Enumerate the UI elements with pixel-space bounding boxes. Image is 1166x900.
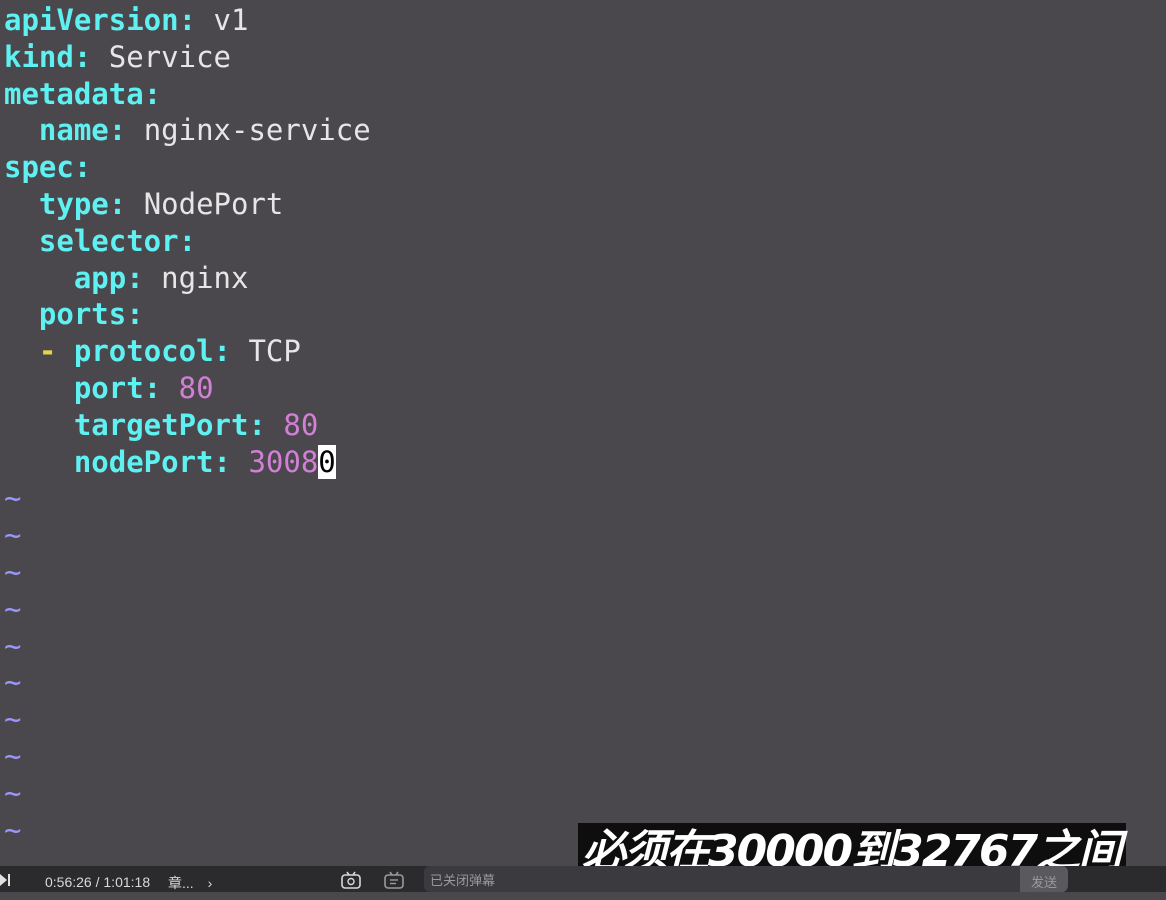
empty-line-tilde: ~ — [4, 664, 371, 701]
time-display: 0:56:26 / 1:01:18 — [45, 874, 150, 890]
code-token: nginx — [161, 260, 249, 295]
code-token: : — [126, 260, 162, 295]
tilde-marker: ~ — [4, 738, 22, 773]
yaml-key: apiVersion — [4, 3, 179, 37]
code-line: kind: Service — [4, 39, 371, 76]
yaml-number: 3008 — [248, 444, 319, 479]
yaml-key: targetPort — [73, 407, 249, 442]
tilde-marker: ~ — [4, 665, 22, 700]
empty-line-tilde: ~ — [4, 701, 371, 738]
vim-editor[interactable]: apiVersion: v1 kind: Service metadata: nam… — [0, 0, 1166, 892]
tilde-marker: ~ — [4, 481, 22, 516]
yaml-key: name — [38, 113, 109, 148]
yaml-key: app — [73, 260, 127, 295]
code-token: Service — [108, 39, 231, 74]
danmaku-toggle-icon[interactable] — [383, 871, 405, 889]
code-token: : — [213, 444, 249, 479]
yaml-key: ports — [38, 297, 127, 332]
empty-line-tilde: ~ — [4, 554, 371, 591]
empty-line-tilde: ~ — [4, 480, 371, 517]
yaml-number: 80 — [178, 370, 214, 405]
code-line: metadata: — [4, 76, 371, 113]
yaml-key: port — [73, 370, 144, 405]
code-line: apiVersion: v1 — [4, 2, 371, 39]
code-token: - — [38, 334, 57, 369]
code-token: : — [248, 407, 284, 442]
tilde-marker: ~ — [4, 591, 22, 626]
code-line: ports: — [4, 296, 371, 333]
code-token: : — [178, 3, 214, 37]
chapter-button[interactable]: 章... › — [168, 873, 212, 893]
yaml-key: kind — [4, 39, 74, 74]
code-token: TCP — [248, 334, 301, 369]
time-separator: / — [95, 874, 100, 890]
yaml-key: protocol — [73, 334, 214, 369]
empty-line-tilde: ~ — [4, 738, 371, 775]
code-token: : — [126, 297, 144, 332]
code-token: : — [108, 113, 144, 148]
tilde-marker: ~ — [4, 702, 22, 737]
yaml-key: nodePort — [73, 444, 214, 479]
code-line: name: nginx-service — [4, 112, 371, 149]
code-line: spec: — [4, 149, 371, 186]
code-line: - protocol: TCP — [4, 333, 371, 370]
code-lines: apiVersion: v1 kind: Service metadata: nam… — [4, 2, 371, 848]
player-control-bar: 0:56:26 / 1:01:18 章... › 已关闭弹幕 发送 — [0, 866, 1166, 892]
code-token: : — [213, 334, 249, 369]
code-line: port: 80 — [4, 370, 371, 407]
empty-line-tilde: ~ — [4, 775, 371, 812]
danmaku-settings-icon[interactable] — [340, 871, 362, 889]
code-token: : — [73, 39, 109, 74]
tilde-marker: ~ — [4, 518, 22, 553]
code-line: type: NodePort — [4, 186, 371, 223]
play-icon[interactable] — [0, 873, 10, 887]
tilde-marker: ~ — [4, 554, 22, 589]
code-token: v1 — [213, 3, 249, 37]
chevron-right-icon: › — [207, 875, 213, 891]
code-token: : — [143, 370, 179, 405]
code-token: NodePort — [143, 186, 284, 221]
code-token: nginx-service — [143, 113, 371, 148]
chapter-label: 章... — [168, 875, 194, 891]
tilde-marker: ~ — [4, 812, 22, 847]
empty-line-tilde: ~ — [4, 517, 371, 554]
tilde-marker: ~ — [4, 628, 22, 663]
code-token: : — [108, 186, 144, 221]
yaml-key: spec — [4, 150, 74, 185]
tilde-marker: ~ — [4, 775, 22, 810]
code-line: app: nginx — [4, 260, 371, 297]
yaml-number: 80 — [283, 407, 319, 442]
code-line: targetPort: 80 — [4, 407, 371, 444]
code-line: selector: — [4, 223, 371, 260]
send-button[interactable]: 发送 — [1020, 866, 1068, 892]
empty-line-tilde: ~ — [4, 591, 371, 628]
code-token: : — [143, 76, 162, 111]
yaml-key: selector — [38, 223, 179, 258]
empty-line-tilde: ~ — [4, 628, 371, 665]
yaml-key: metadata — [4, 76, 144, 111]
empty-line-tilde: ~ — [4, 812, 371, 849]
text-cursor: 0 — [318, 444, 336, 479]
danmaku-input[interactable]: 已关闭弹幕 — [424, 866, 1020, 892]
code-token: : — [178, 223, 197, 258]
yaml-key: type — [38, 186, 109, 221]
current-time: 0:56:26 — [45, 874, 92, 890]
code-line: nodePort: 30080 — [4, 444, 371, 481]
total-time: 1:01:18 — [103, 874, 151, 890]
code-token: : — [73, 150, 92, 185]
